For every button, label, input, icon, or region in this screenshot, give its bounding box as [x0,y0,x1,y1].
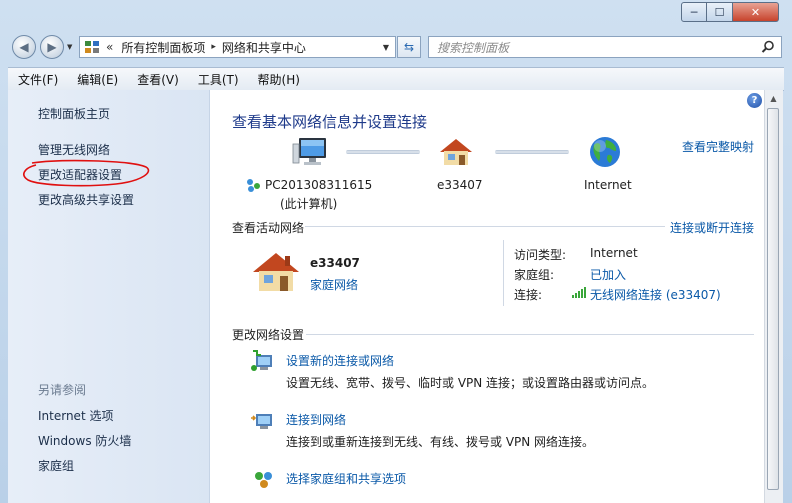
sidebar-link-windows-firewall[interactable]: Windows 防火墙 [38,432,131,449]
task-link-homegroup-options[interactable]: 选择家庭组和共享选项 [286,470,406,487]
arrow-left-icon: ◀ [19,40,29,54]
search-icon[interactable] [761,40,775,54]
address-bar[interactable]: « 所有控制面板项 ▸ 网络和共享中心 ▼ [79,36,396,58]
control-panel-icon [85,41,99,53]
network-type-link[interactable]: 家庭网络 [310,276,358,293]
network-map-name: e33407 [437,178,483,192]
connection-label: 连接: [514,288,543,302]
vertical-scrollbar[interactable]: ▲ [764,90,783,503]
breadcrumb-overflow[interactable]: « [106,40,113,54]
menu-tools[interactable]: 工具(T) [188,71,248,88]
homegroup-options-icon [255,472,272,488]
new-connection-icon [251,350,272,371]
refresh-icon: ⇆ [403,40,415,54]
search-placeholder: 搜索控制面板 [437,40,510,55]
breadcrumb-item-all-control-panel[interactable]: 所有控制面板项 [121,39,205,56]
arrow-right-icon: ▶ [47,40,57,54]
breadcrumb-item-network-center[interactable]: 网络和共享中心 [222,39,306,56]
minimize-button[interactable]: ─ [681,2,707,22]
section-divider [306,334,754,335]
task-link-new-connection[interactable]: 设置新的连接或网络 [286,352,394,369]
menu-view[interactable]: 查看(V) [127,71,188,88]
scroll-thumb[interactable] [767,108,779,490]
sidebar-link-manage-wireless[interactable]: 管理无线网络 [38,141,110,158]
see-also-heading: 另请参阅 [38,383,87,397]
active-network-name: e33407 [310,256,360,270]
homegroup-value-link[interactable]: 已加入 [590,266,626,283]
sidebar: 控制面板主页 管理无线网络 更改适配器设置 更改高级共享设置 另请参阅 Inte… [8,90,210,503]
internet-label: Internet [584,178,632,192]
back-button[interactable]: ◀ [12,35,36,59]
computer-sub-label: (此计算机) [280,197,338,211]
connect-network-icon [251,414,272,429]
home-network-large-icon [253,253,299,291]
scroll-up-icon[interactable]: ▲ [767,92,780,106]
vertical-divider [503,240,504,306]
task-link-connect-network[interactable]: 连接到网络 [286,411,346,428]
close-button[interactable]: ✕ [733,2,779,22]
view-full-map-link[interactable]: 查看完整映射 [682,138,754,155]
window-frame: ─ ☐ ✕ ◀ ▶ ▼ « 所有控制面板项 ▸ 网络和共享中心 ▼ ⇆ 搜索控制… [0,0,792,503]
sidebar-link-control-panel-home[interactable]: 控制面板主页 [38,105,110,122]
active-networks-heading: 查看活动网络 [232,221,305,235]
section-divider [305,226,665,227]
caption-buttons: ─ ☐ ✕ [681,2,781,24]
menu-file[interactable]: 文件(F) [8,71,67,88]
task-desc-connect-network: 连接到或重新连接到无线、有线、拨号或 VPN 网络连接。 [286,435,595,449]
forward-button[interactable]: ▶ [40,35,64,59]
wireless-signal-icon [572,287,586,298]
page-title: 查看基本网络信息并设置连接 [232,113,428,131]
connect-disconnect-link[interactable]: 连接或断开连接 [670,219,754,236]
access-type-label: 访问类型: [514,248,567,262]
annotation-ellipse [23,159,150,187]
refresh-button[interactable]: ⇆ [397,36,421,58]
homegroup-label: 家庭组: [514,268,555,282]
map-connector-line [346,150,420,154]
menu-edit[interactable]: 编辑(E) [67,71,127,88]
maximize-button[interactable]: ☐ [707,2,733,22]
home-network-icon[interactable] [438,137,474,167]
task-desc-new-connection: 设置无线、宽带、拨号、临时或 VPN 连接；或设置路由器或访问点。 [286,376,655,390]
map-connector-line [495,150,569,154]
computer-icon[interactable] [292,136,328,166]
breadcrumb-separator-icon[interactable]: ▸ [211,42,216,52]
menu-help[interactable]: 帮助(H) [248,71,309,88]
sidebar-link-homegroup[interactable]: 家庭组 [38,457,74,474]
access-type-value: Internet [590,246,638,260]
sidebar-link-advanced-sharing[interactable]: 更改高级共享设置 [38,191,134,208]
internet-globe-icon[interactable] [588,135,622,169]
search-input[interactable]: 搜索控制面板 [428,36,782,58]
network-share-icon [247,179,260,192]
menu-bar: 文件(F) 编辑(E) 查看(V) 工具(T) 帮助(H) [8,67,784,91]
sidebar-link-internet-options[interactable]: Internet 选项 [38,407,113,424]
change-settings-heading: 更改网络设置 [232,328,305,342]
help-icon[interactable]: ? [747,93,762,108]
address-dropdown-icon[interactable]: ▼ [377,37,395,57]
connection-value-link[interactable]: 无线网络连接 (e33407) [590,286,721,303]
computer-name: PC201308311615 [265,178,373,192]
recent-pages-dropdown-icon[interactable]: ▼ [67,43,72,51]
